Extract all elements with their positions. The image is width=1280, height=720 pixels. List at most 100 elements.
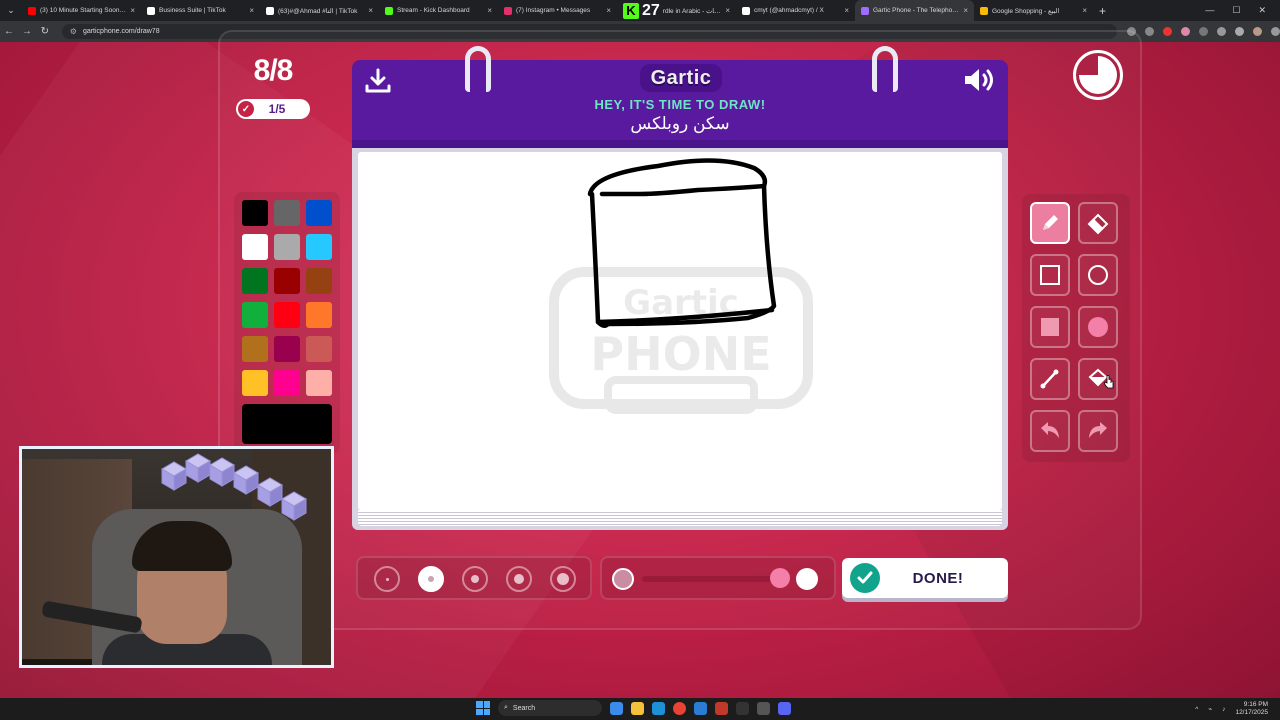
color-swatch[interactable] [242,370,268,396]
brush-size-option[interactable] [462,566,488,592]
pen-tool[interactable] [1030,202,1070,244]
close-tab-icon[interactable]: × [1082,6,1087,15]
color-swatch[interactable] [306,302,332,328]
browser-tab[interactable]: Business Suite | TikTok × [141,0,260,21]
browser-menu-icon[interactable] [1271,27,1280,36]
network-icon[interactable]: ⌁ [1208,705,1212,713]
drawing-canvas[interactable]: Gartic PHONE [358,152,1002,510]
browser-tab[interactable]: Stream - Kick Dashboard × [379,0,498,21]
app-icon[interactable] [610,701,623,715]
downloads-icon[interactable] [1235,27,1245,36]
close-tab-icon[interactable]: × [725,6,730,15]
rectangle-fill-tool[interactable] [1030,306,1070,348]
ellipse-fill-tool[interactable] [1078,306,1118,348]
color-swatch[interactable] [242,302,268,328]
reload-icon[interactable]: ↻ [36,26,54,37]
ellipse-outline-tool[interactable] [1078,254,1118,296]
browser-tab[interactable]: (3) 10 Minute Starting Soon Sc × [22,0,141,21]
color-swatch[interactable] [274,336,300,362]
browser-tab[interactable]: Gartic Phone - The Telephone G × [855,0,974,21]
color-swatch[interactable] [274,200,300,226]
brush-dot-icon [428,576,434,582]
redo-tool[interactable] [1078,410,1118,452]
players-done-count: 1/5 [268,102,286,116]
opacity-track[interactable] [642,576,778,582]
undo-tool[interactable] [1030,410,1070,452]
clock[interactable]: 9:16 PM 12/17/2025 [1235,701,1268,717]
color-swatch[interactable] [306,336,332,362]
chrome-icon[interactable] [673,701,686,715]
tab-strip: (3) 10 Minute Starting Soon Sc × Business … [22,0,1093,21]
clock-time: 9:16 PM [1243,701,1268,708]
extension-icon[interactable] [1163,27,1173,36]
close-tab-icon[interactable]: × [963,6,968,15]
extensions-puzzle-icon[interactable] [1217,27,1227,36]
back-icon[interactable]: ← [0,26,18,37]
close-tab-icon[interactable]: × [130,6,135,15]
color-swatch[interactable] [242,336,268,362]
edge-icon[interactable] [652,701,665,715]
sound-icon[interactable] [962,66,998,94]
eraser-tool[interactable] [1078,202,1118,244]
color-swatch[interactable] [306,268,332,294]
color-swatch[interactable] [306,234,332,260]
app-icon[interactable] [715,701,728,715]
color-swatch[interactable] [274,268,300,294]
line-tool[interactable] [1030,358,1070,400]
profile-avatar[interactable] [1253,27,1263,36]
color-swatch[interactable] [306,370,332,396]
obs-icon[interactable] [757,701,770,715]
browser-tab[interactable]: (63)#@Ahmad #التا | TikTok × [260,0,379,21]
check-icon: ✓ [238,101,254,117]
store-icon[interactable] [694,701,707,715]
bookmark-star-icon[interactable] [1145,27,1155,36]
tab-favicon-icon [385,6,393,15]
browser-tab[interactable]: Google Shopping - البيع × [974,0,1093,21]
close-tab-icon[interactable]: × [249,6,254,15]
color-swatch[interactable] [274,370,300,396]
color-swatch[interactable] [242,234,268,260]
tray-overflow-icon[interactable]: ^ [1195,706,1198,713]
browser-tab[interactable]: K 27 rdle in Arabic - كلمات × [617,0,736,21]
browser-tab[interactable]: cmyt (@ahmadcmyt) / X × [736,0,855,21]
done-button[interactable]: DONE! [842,558,1008,598]
taskbar-search[interactable]: ⌕ Search [498,700,602,716]
windows-taskbar: ⌕ Search ^ ⌁ ♪ 9:16 PM 12/17/2025 [0,698,1280,720]
opacity-slider[interactable] [600,556,836,600]
close-tab-icon[interactable]: × [487,6,492,15]
tab-title: rdle in Arabic - كلمات [662,7,723,15]
tiktok-icon[interactable] [736,701,749,715]
file-explorer-icon[interactable] [631,701,644,715]
brush-size-option[interactable] [506,566,532,592]
brush-size-option[interactable] [550,566,576,592]
site-info-icon[interactable]: ⚙ [70,27,77,36]
close-tab-icon[interactable]: × [606,6,611,15]
eraser-icon [1087,213,1109,235]
download-icon[interactable] [364,68,392,94]
browser-tab[interactable]: (7) Instagram • Messages × [498,0,617,21]
new-tab-button[interactable]: + [1099,4,1106,18]
minimize-icon[interactable]: — [1205,5,1214,16]
opacity-knob[interactable] [770,568,790,588]
windows-start-icon[interactable] [476,701,490,715]
kick-logo-icon: K [623,2,639,19]
close-window-icon[interactable]: ✕ [1258,5,1266,16]
color-swatch[interactable] [242,268,268,294]
forward-icon[interactable]: → [18,26,36,37]
color-swatch[interactable] [306,200,332,226]
brush-size-option[interactable] [418,566,444,592]
discord-icon[interactable] [778,701,791,715]
color-swatch[interactable] [242,200,268,226]
close-tab-icon[interactable]: × [368,6,373,15]
close-tab-icon[interactable]: × [844,6,849,15]
taskbar-widgets[interactable] [0,698,60,720]
maximize-icon[interactable]: ☐ [1232,5,1240,16]
volume-icon[interactable]: ♪ [1222,706,1225,713]
extension-icon[interactable] [1181,27,1191,36]
rectangle-outline-tool[interactable] [1030,254,1070,296]
tab-search-icon[interactable]: ⌄ [0,0,22,21]
extension-icon[interactable] [1199,27,1209,36]
color-swatch[interactable] [274,234,300,260]
brush-size-option[interactable] [374,566,400,592]
color-swatch[interactable] [274,302,300,328]
